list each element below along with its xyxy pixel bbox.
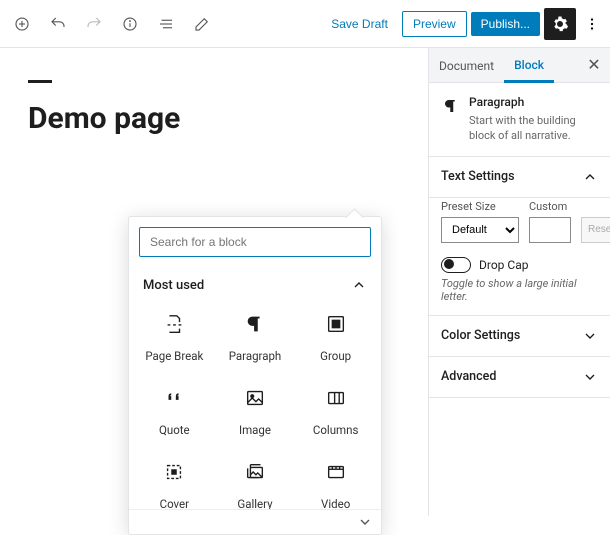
topbar-left	[6, 8, 218, 40]
color-settings-title: Color Settings	[441, 328, 520, 343]
advanced-title: Advanced	[441, 369, 496, 384]
group-icon	[325, 313, 347, 339]
block-item-label: Paragraph	[229, 349, 282, 363]
block-item-video[interactable]: Video	[298, 451, 373, 509]
chevron-up-icon	[351, 277, 367, 293]
block-grid: Page Break Paragraph Group Quote Image Column…	[137, 303, 373, 509]
block-item-label: Group	[320, 349, 351, 363]
paragraph-icon	[244, 313, 266, 339]
save-draft-button[interactable]: Save Draft	[321, 11, 398, 37]
chevron-up-icon	[582, 169, 598, 185]
custom-size-label: Custom	[529, 200, 571, 213]
cover-icon	[163, 461, 185, 487]
preset-size-select[interactable]: Default	[441, 217, 519, 243]
editor-topbar: Save Draft Preview Publish...	[0, 0, 610, 48]
color-settings-panel-toggle[interactable]: Color Settings	[429, 316, 610, 357]
add-block-button[interactable]	[6, 8, 38, 40]
chevron-down-icon	[357, 514, 373, 530]
drop-cap-label: Drop Cap	[479, 258, 528, 272]
page-break-icon	[163, 313, 185, 339]
tab-document[interactable]: Document	[429, 49, 504, 81]
close-sidebar-button[interactable]: ✕	[578, 49, 610, 81]
preview-button[interactable]: Preview	[402, 11, 467, 37]
block-item-gallery[interactable]: Gallery	[218, 451, 293, 509]
block-item-group[interactable]: Group	[298, 303, 373, 371]
columns-icon	[325, 387, 347, 413]
settings-button[interactable]	[544, 8, 576, 40]
info-button[interactable]	[114, 8, 146, 40]
publish-button[interactable]: Publish...	[471, 12, 540, 36]
block-item-cover[interactable]: Cover	[137, 451, 212, 509]
chevron-down-icon	[582, 369, 598, 385]
outline-button[interactable]	[150, 8, 182, 40]
edit-button[interactable]	[186, 8, 218, 40]
settings-sidebar: Document Block ✕ Paragraph Start with th…	[428, 48, 610, 516]
block-item-image[interactable]: Image	[218, 377, 293, 445]
reset-button[interactable]: Reset	[581, 217, 610, 243]
tab-block[interactable]: Block	[504, 48, 554, 83]
page-title[interactable]: Demo page	[28, 101, 400, 136]
text-settings-title: Text Settings	[441, 169, 515, 184]
title-decoration	[28, 80, 52, 83]
text-settings-panel-toggle[interactable]: Text Settings	[429, 157, 610, 198]
sidebar-tabs: Document Block ✕	[429, 48, 610, 83]
text-settings-body: Preset Size Default Custom Reset Drop Ca…	[429, 198, 610, 316]
block-item-page-break[interactable]: Page Break	[137, 303, 212, 371]
undo-button[interactable]	[42, 8, 74, 40]
block-item-label: Image	[239, 423, 271, 437]
block-item-columns[interactable]: Columns	[298, 377, 373, 445]
block-grid-scroll[interactable]: Page Break Paragraph Group Quote Image Column…	[129, 303, 381, 509]
editor-canvas[interactable]: Demo page Most used Page Break Paragraph G…	[0, 48, 428, 516]
drop-cap-description: Toggle to show a large initial letter.	[441, 277, 598, 303]
preset-size-label: Preset Size	[441, 200, 519, 213]
custom-size-input[interactable]	[529, 217, 571, 243]
block-item-quote[interactable]: Quote	[137, 377, 212, 445]
chevron-down-icon	[582, 328, 598, 344]
paragraph-icon	[441, 95, 461, 144]
quote-icon	[163, 387, 185, 413]
image-icon	[244, 387, 266, 413]
block-card: Paragraph Start with the building block …	[429, 83, 610, 157]
block-item-label: Gallery	[237, 497, 272, 509]
most-used-panel-toggle[interactable]: Most used	[129, 267, 381, 303]
block-card-title: Paragraph	[469, 95, 598, 109]
block-card-description: Start with the building block of all nar…	[469, 113, 598, 144]
block-item-label: Page Break	[145, 349, 203, 363]
block-item-label: Columns	[313, 423, 359, 437]
main-area: Demo page Most used Page Break Paragraph G…	[0, 48, 610, 516]
advanced-panel-toggle[interactable]: Advanced	[429, 357, 610, 398]
block-item-paragraph[interactable]: Paragraph	[218, 303, 293, 371]
inserter-footer	[129, 509, 381, 534]
more-menu-button[interactable]	[580, 8, 604, 40]
block-item-label: Cover	[160, 497, 189, 509]
redo-button[interactable]	[78, 8, 110, 40]
block-item-label: Video	[321, 497, 350, 509]
video-icon	[325, 461, 347, 487]
most-used-label: Most used	[143, 278, 204, 293]
drop-cap-toggle[interactable]	[441, 257, 471, 273]
block-inserter-popover: Most used Page Break Paragraph Group Quote I…	[128, 216, 382, 535]
topbar-right: Save Draft Preview Publish...	[321, 8, 604, 40]
block-search-input[interactable]	[139, 227, 371, 257]
gallery-icon	[244, 461, 266, 487]
block-item-label: Quote	[159, 423, 190, 437]
